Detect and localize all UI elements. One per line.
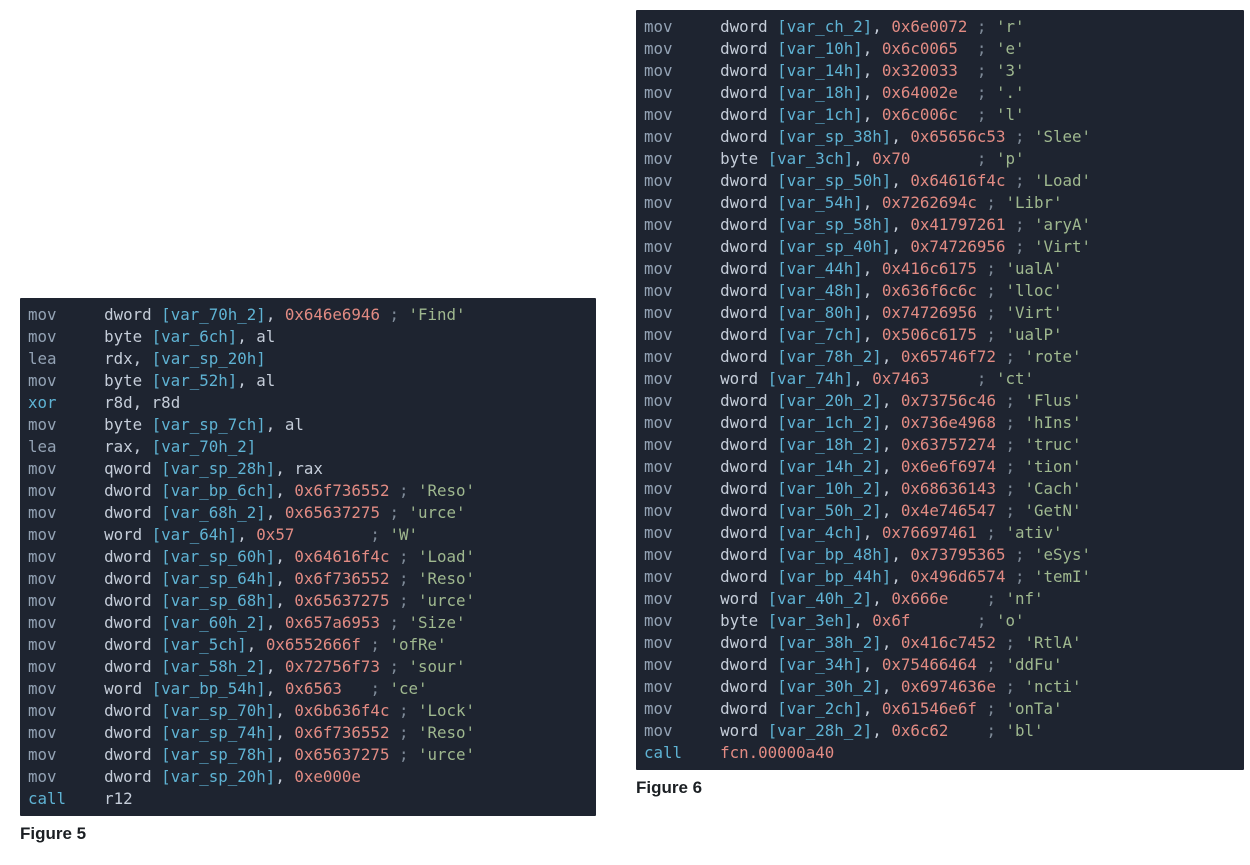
asm-line: mov dword [var_20h_2], 0x73756c46 ; 'Flu… — [644, 390, 1236, 412]
asm-line: mov dword [var_bp_44h], 0x496d6574 ; 'te… — [644, 566, 1236, 588]
asm-line: mov dword [var_68h_2], 0x65637275 ; 'urc… — [28, 502, 588, 524]
asm-line: mov word [var_40h_2], 0x666e ; 'nf' — [644, 588, 1236, 610]
asm-line: mov dword [var_bp_48h], 0x73795365 ; 'eS… — [644, 544, 1236, 566]
asm-line: mov dword [var_14h_2], 0x6e6f6974 ; 'tio… — [644, 456, 1236, 478]
asm-line: mov dword [var_sp_64h], 0x6f736552 ; 'Re… — [28, 568, 588, 590]
asm-line: mov dword [var_7ch], 0x506c6175 ; 'ualP' — [644, 324, 1236, 346]
asm-line: mov word [var_64h], 0x57 ; 'W' — [28, 524, 588, 546]
asm-line: mov dword [var_44h], 0x416c6175 ; 'ualA' — [644, 258, 1236, 280]
asm-line: mov dword [var_60h_2], 0x657a6953 ; 'Siz… — [28, 612, 588, 634]
asm-line: mov dword [var_14h], 0x320033 ; '3' — [644, 60, 1236, 82]
asm-line: mov dword [var_ch_2], 0x6e0072 ; 'r' — [644, 16, 1236, 38]
asm-line: mov dword [var_18h_2], 0x63757274 ; 'tru… — [644, 434, 1236, 456]
asm-line: mov dword [var_10h_2], 0x68636143 ; 'Cac… — [644, 478, 1236, 500]
asm-line: mov dword [var_sp_58h], 0x41797261 ; 'ar… — [644, 214, 1236, 236]
asm-line: mov qword [var_sp_28h], rax — [28, 458, 588, 480]
figure-6-caption: Figure 6 — [636, 778, 1244, 798]
asm-line: mov dword [var_sp_78h], 0x65637275 ; 'ur… — [28, 744, 588, 766]
asm-line: mov dword [var_1ch_2], 0x736e4968 ; 'hIn… — [644, 412, 1236, 434]
asm-line: mov dword [var_30h_2], 0x6974636e ; 'nct… — [644, 676, 1236, 698]
asm-line: mov byte [var_sp_7ch], al — [28, 414, 588, 436]
asm-line: mov dword [var_1ch], 0x6c006c ; 'l' — [644, 104, 1236, 126]
asm-line: mov word [var_28h_2], 0x6c62 ; 'bl' — [644, 720, 1236, 742]
disassembly-figure-5: mov dword [var_70h_2], 0x646e6946 ; 'Fin… — [20, 298, 596, 816]
figure-6: mov dword [var_ch_2], 0x6e0072 ; 'r'mov … — [636, 10, 1244, 798]
asm-line: mov dword [var_78h_2], 0x65746f72 ; 'rot… — [644, 346, 1236, 368]
asm-line: mov dword [var_sp_20h], 0xe000e — [28, 766, 588, 788]
asm-line: call r12 — [28, 788, 588, 810]
asm-line: mov dword [var_sp_50h], 0x64616f4c ; 'Lo… — [644, 170, 1236, 192]
asm-line: mov dword [var_4ch], 0x76697461 ; 'ativ' — [644, 522, 1236, 544]
asm-line: mov dword [var_bp_6ch], 0x6f736552 ; 'Re… — [28, 480, 588, 502]
asm-line: mov dword [var_sp_70h], 0x6b636f4c ; 'Lo… — [28, 700, 588, 722]
asm-line: mov byte [var_3ch], 0x70 ; 'p' — [644, 148, 1236, 170]
asm-line: mov dword [var_sp_68h], 0x65637275 ; 'ur… — [28, 590, 588, 612]
asm-line: lea rax, [var_70h_2] — [28, 436, 588, 458]
figure-5: mov dword [var_70h_2], 0x646e6946 ; 'Fin… — [20, 298, 596, 844]
asm-line: mov byte [var_3eh], 0x6f ; 'o' — [644, 610, 1236, 632]
asm-line: lea rdx, [var_sp_20h] — [28, 348, 588, 370]
asm-line: mov byte [var_6ch], al — [28, 326, 588, 348]
asm-line: mov dword [var_34h], 0x75466464 ; 'ddFu' — [644, 654, 1236, 676]
asm-line: mov dword [var_80h], 0x74726956 ; 'Virt' — [644, 302, 1236, 324]
asm-line: mov word [var_74h], 0x7463 ; 'ct' — [644, 368, 1236, 390]
asm-line: mov dword [var_sp_60h], 0x64616f4c ; 'Lo… — [28, 546, 588, 568]
asm-line: mov dword [var_5ch], 0x6552666f ; 'ofRe' — [28, 634, 588, 656]
asm-line: mov dword [var_70h_2], 0x646e6946 ; 'Fin… — [28, 304, 588, 326]
asm-line: mov byte [var_52h], al — [28, 370, 588, 392]
asm-line: mov dword [var_50h_2], 0x4e746547 ; 'Get… — [644, 500, 1236, 522]
asm-line: mov dword [var_48h], 0x636f6c6c ; 'lloc' — [644, 280, 1236, 302]
disassembly-figure-6: mov dword [var_ch_2], 0x6e0072 ; 'r'mov … — [636, 10, 1244, 770]
asm-line: mov dword [var_54h], 0x7262694c ; 'Libr' — [644, 192, 1236, 214]
asm-line: mov dword [var_sp_38h], 0x65656c53 ; 'Sl… — [644, 126, 1236, 148]
asm-line: xor r8d, r8d — [28, 392, 588, 414]
asm-line: mov dword [var_38h_2], 0x416c7452 ; 'Rtl… — [644, 632, 1236, 654]
asm-line: mov dword [var_10h], 0x6c0065 ; 'e' — [644, 38, 1236, 60]
figure-5-caption: Figure 5 — [20, 824, 596, 844]
asm-line: mov word [var_bp_54h], 0x6563 ; 'ce' — [28, 678, 588, 700]
asm-line: call fcn.00000a40 — [644, 742, 1236, 764]
asm-line: mov dword [var_58h_2], 0x72756f73 ; 'sou… — [28, 656, 588, 678]
asm-line: mov dword [var_sp_74h], 0x6f736552 ; 'Re… — [28, 722, 588, 744]
asm-line: mov dword [var_18h], 0x64002e ; '.' — [644, 82, 1236, 104]
asm-line: mov dword [var_sp_40h], 0x74726956 ; 'Vi… — [644, 236, 1236, 258]
asm-line: mov dword [var_2ch], 0x61546e6f ; 'onTa' — [644, 698, 1236, 720]
